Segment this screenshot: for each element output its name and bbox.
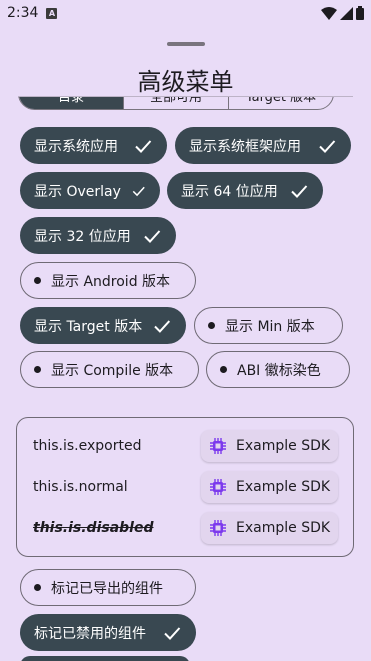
component-name: this.is.normal (33, 479, 128, 495)
check-icon (291, 184, 308, 198)
sdk-badge[interactable]: Example SDK (201, 512, 338, 544)
check-icon (135, 139, 152, 153)
status-icons (321, 6, 364, 20)
sdk-badge[interactable]: Example SDK (201, 430, 338, 462)
check-icon (154, 319, 171, 333)
chip-show-compile-version[interactable]: 显示 Compile 版本 (20, 351, 199, 388)
chip-label: 显示 64 位应用 (181, 183, 278, 200)
sdk-badge[interactable]: Example SDK (201, 471, 338, 503)
chip-abi-badge-tint[interactable]: ABI 徽标染色 (206, 351, 350, 388)
component-row: this.is.normal Example SDK (17, 470, 353, 504)
chip-label: ABI 徽标染色 (237, 362, 321, 379)
chip-icon (210, 438, 226, 454)
chip-show-android-version[interactable]: 显示 Android 版本 (20, 262, 196, 299)
chip-label: 显示系统应用 (34, 138, 118, 155)
check-icon (319, 139, 336, 153)
chip-show-min-version[interactable]: 显示 Min 版本 (194, 307, 343, 344)
sdk-badge-label: Example SDK (236, 479, 331, 495)
dot-icon (34, 584, 41, 591)
chip-label: 显示 Target 版本 (34, 318, 143, 335)
dot-icon (220, 366, 227, 373)
notification-icon: A (46, 7, 58, 19)
chip-label: 显示 Overlay (34, 183, 121, 200)
next-chip-peek (20, 656, 190, 661)
drag-handle[interactable] (167, 42, 205, 46)
chip-mark-exported-components[interactable]: 标记已导出的组件 (20, 569, 196, 606)
chip-label: 标记已导出的组件 (51, 580, 163, 597)
dot-icon (208, 322, 215, 329)
sdk-badge-label: Example SDK (236, 520, 331, 536)
chip-icon (210, 520, 226, 536)
chip-show-32bit[interactable]: 显示 32 位应用 (20, 217, 176, 254)
sdk-badge-label: Example SDK (236, 438, 331, 454)
chip-show-64bit[interactable]: 显示 64 位应用 (167, 172, 323, 209)
chip-show-framework-apps[interactable]: 显示系统框架应用 (175, 127, 351, 164)
component-preview-card: this.is.exported Example SDK this.is.nor… (16, 417, 354, 557)
component-name: this.is.disabled (33, 520, 154, 536)
chip-label: 显示 Compile 版本 (51, 362, 174, 379)
chip-show-target-version[interactable]: 显示 Target 版本 (20, 307, 186, 344)
chip-label: 标记已禁用的组件 (34, 625, 146, 642)
chip-icon (210, 479, 226, 495)
check-icon (132, 186, 145, 196)
component-row: this.is.exported Example SDK (17, 429, 353, 463)
dot-icon (34, 277, 41, 284)
chip-label: 显示系统框架应用 (189, 138, 301, 155)
battery-icon (356, 6, 364, 20)
status-time: 2:34 (7, 5, 39, 21)
chip-show-system-apps[interactable]: 显示系统应用 (20, 127, 167, 164)
chip-label: 显示 32 位应用 (34, 228, 131, 245)
component-name: this.is.exported (33, 438, 142, 454)
chip-show-overlay[interactable]: 显示 Overlay (20, 172, 160, 209)
chip-label: 显示 Android 版本 (51, 273, 171, 290)
sheet-title: 高级菜单 (137, 68, 234, 96)
wifi-icon (321, 6, 337, 20)
chip-mark-disabled-components[interactable]: 标记已禁用的组件 (20, 614, 196, 651)
signal-icon (340, 6, 353, 20)
component-row: this.is.disabled Example SDK (17, 511, 353, 545)
check-icon (164, 626, 181, 640)
chip-label: 显示 Min 版本 (225, 318, 315, 335)
status-bar: 2:34 A (0, 0, 371, 26)
dot-icon (34, 366, 41, 373)
check-icon (144, 229, 161, 243)
